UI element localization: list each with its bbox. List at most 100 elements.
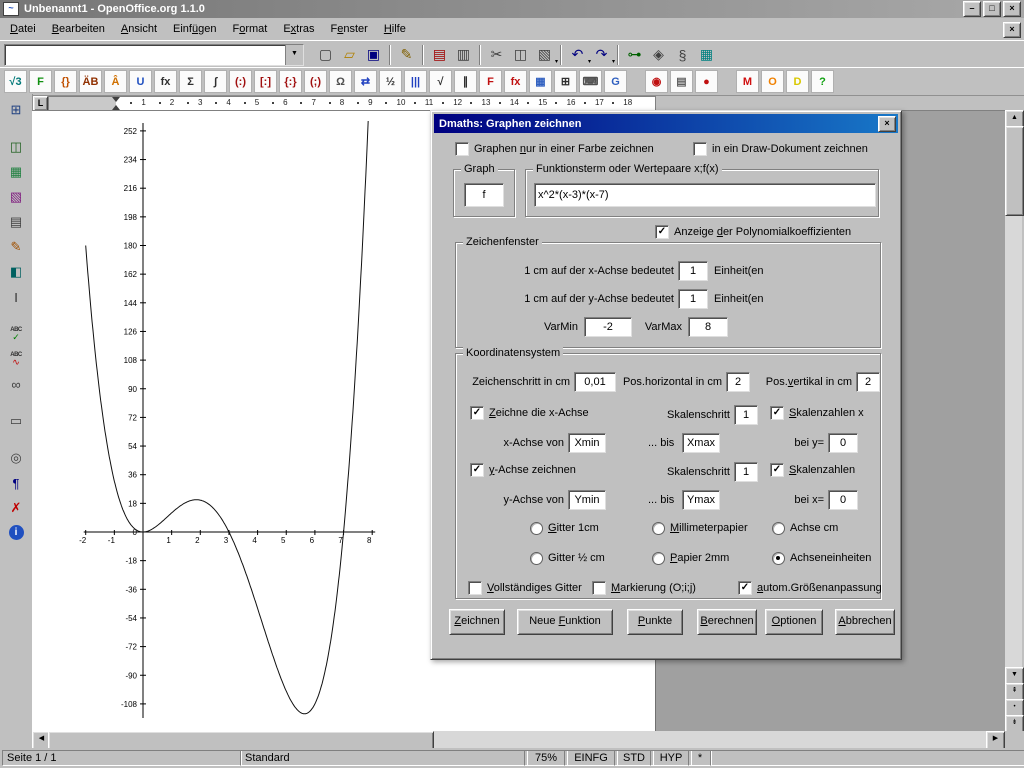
menu-hilfe[interactable]: Hilfe	[376, 18, 414, 40]
radio-papier-2mm[interactable]: Papier 2mm	[652, 551, 729, 565]
tab-stop-selector[interactable]: L	[33, 96, 48, 111]
y-at-input[interactable]: 0	[828, 490, 858, 510]
dmaths-pair-icon[interactable]: (;)	[304, 70, 327, 93]
insert-frame-icon[interactable]: ◫	[4, 135, 28, 159]
dmaths-web-icon[interactable]: ●	[695, 70, 718, 93]
pos-vertical-input[interactable]: 2	[856, 372, 880, 392]
function-term-input[interactable]: x^2*(x-3)*(x-7)	[534, 183, 876, 207]
optionen-button[interactable]: Optionen	[765, 609, 823, 635]
dmaths-sum-icon[interactable]: Σ	[179, 70, 202, 93]
checkbox-box[interactable]	[455, 142, 469, 156]
dmaths-paren-icon[interactable]: (:)	[229, 70, 252, 93]
graph-name-input[interactable]: f	[464, 183, 504, 207]
edit-file-icon[interactable]: ✎	[395, 43, 418, 66]
menu-ansicht[interactable]: Ansicht	[113, 18, 165, 40]
graph-object[interactable]: -2-1123456782522342161981801621441261089…	[72, 121, 432, 732]
undo-icon[interactable]: ↶▾	[566, 43, 589, 66]
checkbox-polynomial-coefficients[interactable]: ✓ Anzeige der Polynomialkoeffizienten	[655, 225, 851, 239]
pos-horizontal-input[interactable]: 2	[726, 372, 750, 392]
checkbox-box[interactable]	[592, 581, 606, 595]
hyperlink-icon[interactable]: ⊶	[623, 43, 646, 66]
status-page-style[interactable]: Standard	[240, 750, 528, 766]
draw-functions-icon[interactable]: ✎	[4, 235, 28, 259]
menu-format[interactable]: Format	[224, 18, 275, 40]
y-skalenschritt-input[interactable]: 1	[734, 462, 758, 482]
dmaths-f-red-icon[interactable]: F	[479, 70, 502, 93]
zeichenschritt-input[interactable]: 0,01	[574, 372, 616, 392]
open-icon[interactable]: ▱	[338, 43, 361, 66]
radio-circle[interactable]	[530, 552, 543, 565]
spellcheck-icon[interactable]: ABC✓	[4, 322, 28, 346]
dmaths-root-icon[interactable]: √	[429, 70, 452, 93]
checkbox-box[interactable]: ✓	[770, 463, 784, 477]
berechnen-button[interactable]: Berechnen	[697, 609, 757, 635]
checkbox-single-color[interactable]: Graphen nur in einer Farbe zeichnen	[455, 142, 654, 156]
radio-gitter-half-cm[interactable]: Gitter ½ cm	[530, 551, 605, 565]
title-bar[interactable]: ~ Unbenannt1 - OpenOffice.org 1.1.0 – □ …	[0, 0, 1024, 18]
radio-achseneinheiten[interactable]: Achseneinheiten	[772, 551, 871, 565]
insert-graphics-icon[interactable]: ▦	[4, 160, 28, 184]
dmaths-grid-icon[interactable]: ⊞	[554, 70, 577, 93]
dmaths-accent-icon[interactable]: Â	[104, 70, 127, 93]
y-from-input[interactable]: Ymin	[568, 490, 606, 510]
vertical-scroll-thumb[interactable]	[1005, 126, 1024, 216]
nonprinting-chars-icon[interactable]: ¶	[4, 471, 28, 495]
checkbox-draw-document[interactable]: in ein Draw-Dokument zeichnen	[693, 142, 868, 156]
insert-object-icon[interactable]: ▧	[4, 185, 28, 209]
y-unit-input[interactable]: 1	[678, 289, 708, 309]
x-skalenschritt-input[interactable]: 1	[734, 405, 758, 425]
x-at-input[interactable]: 0	[828, 433, 858, 453]
checkbox-skalenzahlen-y[interactable]: ✓ Skalenzahlen	[770, 463, 855, 477]
y-to-input[interactable]: Ymax	[682, 490, 720, 510]
dmaths-table-icon[interactable]: ▦	[529, 70, 552, 93]
dmaths-sqrt3-icon[interactable]: √3	[4, 70, 27, 93]
varmax-input[interactable]: 8	[688, 317, 728, 337]
dmaths-fraction-icon[interactable]: ½	[379, 70, 402, 93]
dmaths-bars-icon[interactable]: |||	[404, 70, 427, 93]
maximize-button[interactable]: □	[983, 1, 1001, 17]
checkbox-draw-x-axis[interactable]: ✓ Zeichne die x-Achse	[470, 406, 589, 420]
direct-cursor-icon[interactable]: ✗	[4, 496, 28, 520]
indent-marker-top[interactable]	[112, 97, 120, 102]
punkte-button[interactable]: Punkte	[627, 609, 683, 635]
radio-circle[interactable]	[772, 522, 785, 535]
dmaths-formula-icon[interactable]: F	[29, 70, 52, 93]
dmaths-arrows-icon[interactable]: ⇄	[354, 70, 377, 93]
dmaths-braces-icon[interactable]: {}	[54, 70, 77, 93]
dropdown-arrow-icon[interactable]: ▾	[555, 58, 558, 65]
redo-icon[interactable]: ↷▾	[590, 43, 613, 66]
checkbox-markierung[interactable]: Markierung (O;i;j)	[592, 581, 696, 595]
checkbox-box[interactable]	[468, 581, 482, 595]
checkbox-autogroesse[interactable]: ✓ autom.Größenanpassung	[738, 581, 882, 595]
zoom-icon[interactable]: ◎	[4, 446, 28, 470]
zeichnen-button[interactable]: Zeichnen	[449, 609, 505, 635]
menu-datei[interactable]: Datei	[2, 18, 44, 40]
dmaths-doc-icon[interactable]: ▤	[670, 70, 693, 93]
dmaths-underline-icon[interactable]: U	[129, 70, 152, 93]
status-zoom[interactable]: 75%	[524, 750, 568, 766]
radio-circle[interactable]	[652, 552, 665, 565]
navigator-icon[interactable]: ◈	[647, 43, 670, 66]
dialog-title-bar[interactable]: Dmaths: Graphen zeichnen ×	[434, 114, 898, 133]
x-unit-input[interactable]: 1	[678, 261, 708, 281]
checkbox-box[interactable]: ✓	[655, 225, 669, 239]
text-cursor-icon[interactable]: I	[4, 285, 28, 309]
dmaths-integral-icon[interactable]: ∫	[204, 70, 227, 93]
paste-icon[interactable]: ▧▾	[533, 43, 556, 66]
status-insert-mode[interactable]: EINFG	[564, 750, 618, 766]
x-to-input[interactable]: Xmax	[682, 433, 720, 453]
autospellcheck-icon[interactable]: ABC∿	[4, 347, 28, 371]
online-layout-icon[interactable]: i	[9, 525, 24, 540]
status-selection-mode[interactable]: STD	[614, 750, 654, 766]
dmaths-parallel-icon[interactable]: ∥	[454, 70, 477, 93]
x-from-input[interactable]: Xmin	[568, 433, 606, 453]
menu-fenster[interactable]: Fenster	[323, 18, 376, 40]
checkbox-box[interactable]	[693, 142, 707, 156]
insert-fields-icon[interactable]: ▤	[4, 210, 28, 234]
dmaths-help-icon[interactable]: ?	[811, 70, 834, 93]
checkbox-box[interactable]: ✓	[470, 463, 484, 477]
checkbox-box[interactable]: ✓	[770, 406, 784, 420]
checkbox-box[interactable]: ✓	[470, 406, 484, 420]
radio-millimeterpapier[interactable]: Millimeterpapier	[652, 521, 748, 535]
menu-bearbeiten[interactable]: Bearbeiten	[44, 18, 113, 40]
